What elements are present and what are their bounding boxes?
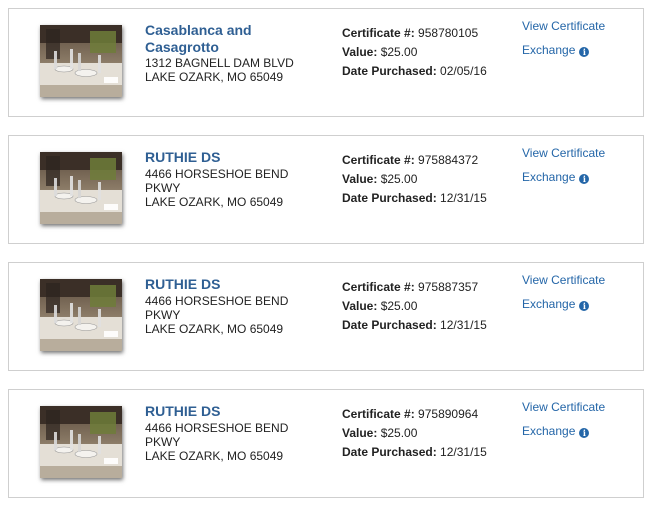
value-label: Value:	[342, 172, 378, 186]
date-purchased-value: 12/31/15	[440, 445, 487, 459]
address-line: LAKE OZARK, MO 65049	[145, 70, 284, 84]
value-row: Value: $25.00	[342, 170, 487, 189]
address-line: 4466 HORSESHOE BEND	[145, 167, 289, 181]
exchange-link[interactable]: Exchange i	[522, 170, 605, 184]
date-purchased-row: Date Purchased: 12/31/15	[342, 443, 487, 462]
restaurant-address: 4466 HORSESHOE BEND PKWY LAKE OZARK, MO 65…	[145, 167, 288, 209]
view-certificate-link[interactable]: View Certificate	[522, 19, 605, 33]
certificate-number-value: 975887357	[418, 280, 479, 294]
certificate-number-row: Certificate #: 975887357	[342, 278, 487, 297]
address-line: LAKE OZARK, MO 65049	[145, 322, 284, 336]
exchange-link[interactable]: Exchange i	[522, 297, 605, 311]
address-line: LAKE OZARK, MO 65049	[145, 449, 284, 463]
exchange-link[interactable]: Exchange i	[522, 424, 605, 438]
certificate-number-value: 958780105	[418, 26, 479, 40]
certificate-number-value: 975884372	[418, 153, 479, 167]
certificate-actions: View Certificate Exchange i	[522, 273, 605, 311]
certificate-number-label: Certificate #:	[342, 407, 415, 421]
address-line: 4466 HORSESHOE BEND	[145, 421, 289, 435]
restaurant-name[interactable]: RUTHIE DS	[145, 149, 315, 166]
value-label: Value:	[342, 426, 378, 440]
certificate-number-row: Certificate #: 958780105	[342, 24, 487, 43]
address-line: 1312 BAGNELL DAM BLVD	[145, 56, 294, 70]
certificate-number-label: Certificate #:	[342, 280, 415, 294]
certificate-details: Certificate #: 958780105 Value: $25.00 D…	[342, 24, 487, 81]
exchange-label: Exchange	[522, 170, 576, 184]
restaurant-address: 4466 HORSESHOE BEND PKWY LAKE OZARK, MO 65…	[145, 294, 288, 336]
value-amount: $25.00	[380, 172, 418, 186]
view-certificate-link[interactable]: View Certificate	[522, 400, 605, 414]
certificate-number-value: 975890964	[418, 407, 479, 421]
certificate-number-label: Certificate #:	[342, 153, 415, 167]
certificate-number-label: Certificate #:	[342, 26, 415, 40]
date-purchased-label: Date Purchased:	[342, 64, 437, 78]
certificate-card: RUTHIE DS 4466 HORSESHOE BEND PKWY LAKE OZ…	[8, 262, 644, 371]
value-row: Value: $25.00	[342, 424, 487, 443]
info-icon[interactable]: i	[579, 174, 590, 184]
restaurant-name[interactable]: Casablanca and Casagrotto	[145, 22, 315, 56]
value-amount: $25.00	[380, 45, 418, 59]
date-purchased-value: 02/05/16	[440, 64, 487, 78]
certificate-details: Certificate #: 975890964 Value: $25.00 D…	[342, 405, 487, 462]
certificate-details: Certificate #: 975887357 Value: $25.00 D…	[342, 278, 487, 335]
date-purchased-value: 12/31/15	[440, 318, 487, 332]
value-row: Value: $25.00	[342, 43, 487, 62]
address-line: PKWY	[145, 435, 181, 449]
info-icon[interactable]: i	[579, 47, 590, 57]
certificate-actions: View Certificate Exchange i	[522, 19, 605, 57]
certificate-card: RUTHIE DS 4466 HORSESHOE BEND PKWY LAKE OZ…	[8, 135, 644, 244]
date-purchased-row: Date Purchased: 12/31/15	[342, 189, 487, 208]
restaurant-thumbnail	[40, 152, 122, 224]
certificate-details: Certificate #: 975884372 Value: $25.00 D…	[342, 151, 487, 208]
certificate-actions: View Certificate Exchange i	[522, 146, 605, 184]
certificate-card: RUTHIE DS 4466 HORSESHOE BEND PKWY LAKE OZ…	[8, 389, 644, 498]
restaurant-name[interactable]: RUTHIE DS	[145, 403, 315, 420]
exchange-label: Exchange	[522, 43, 576, 57]
date-purchased-value: 12/31/15	[440, 191, 487, 205]
certificate-list: Casablanca and Casagrotto 1312 BAGNELL D…	[0, 0, 654, 511]
date-purchased-label: Date Purchased:	[342, 445, 437, 459]
exchange-label: Exchange	[522, 297, 576, 311]
date-purchased-label: Date Purchased:	[342, 191, 437, 205]
restaurant-thumbnail	[40, 279, 122, 351]
exchange-link[interactable]: Exchange i	[522, 43, 605, 57]
value-amount: $25.00	[380, 426, 418, 440]
address-line: PKWY	[145, 181, 181, 195]
address-line: LAKE OZARK, MO 65049	[145, 195, 284, 209]
value-label: Value:	[342, 299, 378, 313]
restaurant-address: 4466 HORSESHOE BEND PKWY LAKE OZARK, MO 65…	[145, 421, 288, 463]
certificate-number-row: Certificate #: 975884372	[342, 151, 487, 170]
value-row: Value: $25.00	[342, 297, 487, 316]
address-line: PKWY	[145, 308, 181, 322]
restaurant-thumbnail	[40, 25, 122, 97]
restaurant-address: 1312 BAGNELL DAM BLVD LAKE OZARK, MO 6504…	[145, 56, 294, 84]
date-purchased-row: Date Purchased: 02/05/16	[342, 62, 487, 81]
certificate-card: Casablanca and Casagrotto 1312 BAGNELL D…	[8, 8, 644, 117]
restaurant-name[interactable]: RUTHIE DS	[145, 276, 315, 293]
view-certificate-link[interactable]: View Certificate	[522, 273, 605, 287]
date-purchased-label: Date Purchased:	[342, 318, 437, 332]
value-label: Value:	[342, 45, 378, 59]
value-amount: $25.00	[380, 299, 418, 313]
certificate-number-row: Certificate #: 975890964	[342, 405, 487, 424]
info-icon[interactable]: i	[579, 428, 590, 438]
restaurant-thumbnail	[40, 406, 122, 478]
info-icon[interactable]: i	[579, 301, 590, 311]
view-certificate-link[interactable]: View Certificate	[522, 146, 605, 160]
exchange-label: Exchange	[522, 424, 576, 438]
address-line: 4466 HORSESHOE BEND	[145, 294, 289, 308]
date-purchased-row: Date Purchased: 12/31/15	[342, 316, 487, 335]
certificate-actions: View Certificate Exchange i	[522, 400, 605, 438]
